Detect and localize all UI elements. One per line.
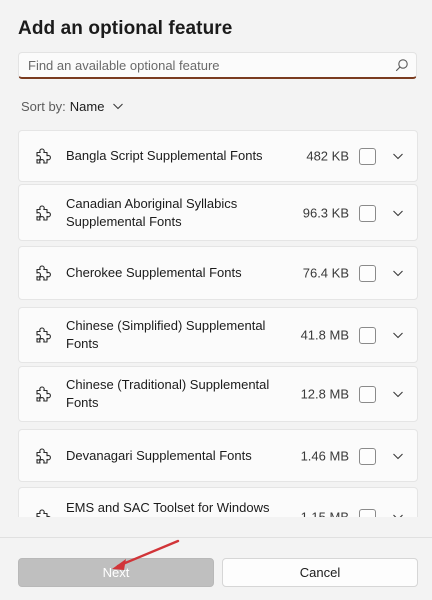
- feature-list[interactable]: Bangla Script Supplemental Fonts 482 KB Ca…: [0, 124, 432, 517]
- sort-value: Name: [69, 98, 105, 114]
- puzzle-piece-icon: [36, 327, 51, 343]
- chevron-down-icon[interactable]: [392, 388, 404, 400]
- puzzle-piece-icon: [36, 148, 51, 164]
- feature-name: Bangla Script Supplemental Fonts: [66, 148, 263, 163]
- puzzle-piece-icon: [36, 509, 51, 517]
- dialog-footer: Next Cancel: [0, 537, 432, 600]
- feature-list-item[interactable]: EMS and SAC Toolset for Windows 10 1.15 M…: [18, 487, 418, 517]
- chevron-down-icon[interactable]: [392, 511, 404, 517]
- feature-list-item[interactable]: Bangla Script Supplemental Fonts 482 KB: [18, 130, 418, 182]
- feature-name: Chinese (Traditional) Supplemental Fonts: [66, 377, 270, 410]
- cancel-button[interactable]: Cancel: [222, 558, 418, 587]
- chevron-down-icon[interactable]: [392, 150, 404, 162]
- feature-name: EMS and SAC Toolset for Windows 10: [66, 500, 270, 515]
- add-optional-feature-dialog: Add an optional feature Sort by: Name Ba…: [0, 0, 432, 600]
- feature-name: Cherokee Supplemental Fonts: [66, 265, 242, 280]
- feature-size: 482 KB: [306, 148, 349, 164]
- search-box[interactable]: [18, 52, 417, 79]
- feature-checkbox[interactable]: [359, 386, 376, 403]
- search-input[interactable]: [19, 53, 389, 78]
- feature-size: 12.8 MB: [300, 386, 349, 402]
- feature-size: 1.46 MB: [300, 448, 349, 463]
- feature-list-item[interactable]: Canadian Aboriginal Syllabics Supplement…: [18, 184, 418, 241]
- feature-size: 96.3 KB: [302, 205, 349, 220]
- chevron-down-icon: [113, 103, 124, 110]
- dialog-title: Add an optional feature: [18, 18, 233, 39]
- feature-checkbox[interactable]: [359, 327, 376, 344]
- feature-size: 1.15 MB: [300, 509, 349, 518]
- feature-checkbox[interactable]: [359, 509, 376, 517]
- search-icon[interactable]: [395, 58, 409, 72]
- feature-list-item[interactable]: Chinese (Simplified) Supplemental Fonts 4…: [18, 307, 418, 363]
- feature-checkbox[interactable]: [359, 265, 376, 282]
- feature-name: Devanagari Supplemental Fonts: [66, 447, 252, 463]
- feature-checkbox[interactable]: [359, 148, 376, 165]
- feature-list-item[interactable]: Chinese (Traditional) Supplemental Fonts…: [18, 366, 418, 422]
- feature-list-item[interactable]: Cherokee Supplemental Fonts 76.4 KB: [18, 246, 418, 300]
- chevron-down-icon[interactable]: [392, 450, 404, 462]
- chevron-down-icon[interactable]: [392, 329, 404, 341]
- feature-size: 76.4 KB: [302, 265, 349, 281]
- puzzle-piece-icon: [36, 204, 51, 221]
- next-button[interactable]: Next: [18, 558, 214, 587]
- chevron-down-icon[interactable]: [392, 267, 404, 279]
- feature-name: Canadian Aboriginal Syllabics Supplement…: [66, 195, 238, 229]
- feature-list-item[interactable]: Devanagari Supplemental Fonts 1.46 MB: [18, 429, 418, 482]
- sort-label: Sort by:: [21, 98, 66, 114]
- chevron-down-icon[interactable]: [392, 207, 404, 219]
- feature-checkbox[interactable]: [359, 204, 376, 222]
- feature-name: Chinese (Simplified) Supplemental Fonts: [66, 318, 266, 351]
- sort-dropdown[interactable]: Sort by: Name: [21, 97, 124, 115]
- puzzle-piece-icon: [36, 265, 51, 281]
- puzzle-piece-icon: [36, 447, 51, 464]
- puzzle-piece-icon: [36, 386, 51, 402]
- feature-size: 41.8 MB: [300, 327, 349, 343]
- feature-checkbox[interactable]: [359, 447, 376, 465]
